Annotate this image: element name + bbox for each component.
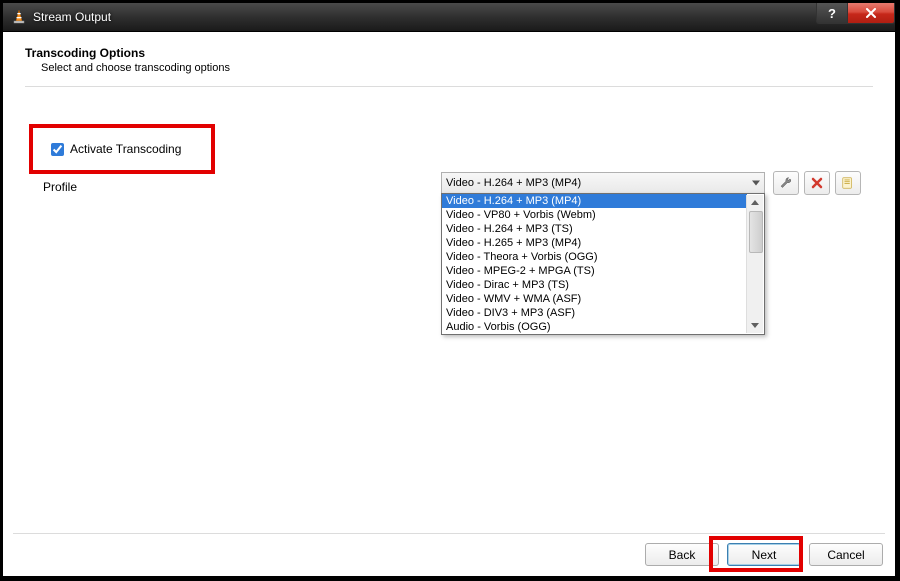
window-controls: ? (817, 3, 895, 25)
profile-option[interactable]: Video - Theora + Vorbis (OGG) (442, 250, 747, 264)
scrollbar-thumb[interactable] (749, 211, 763, 253)
chevron-down-icon (752, 181, 760, 186)
profile-option[interactable]: Video - VP80 + Vorbis (Webm) (442, 208, 747, 222)
scroll-up-icon[interactable] (751, 200, 759, 205)
edit-profile-button[interactable] (773, 171, 799, 195)
cancel-button[interactable]: Cancel (809, 543, 883, 566)
window-title: Stream Output (33, 10, 111, 24)
dialog-window: Stream Output ? Transcoding Options Sele… (2, 2, 896, 577)
page-subheading: Select and choose transcoding options (41, 62, 895, 74)
profile-option[interactable]: Video - Dirac + MP3 (TS) (442, 278, 747, 292)
new-profile-icon (841, 176, 855, 190)
profile-select[interactable]: Video - H.264 + MP3 (MP4) (441, 172, 765, 194)
dropdown-scrollbar[interactable] (746, 195, 763, 333)
dialog-content: Transcoding Options Select and choose tr… (3, 32, 895, 576)
divider (25, 86, 873, 87)
profile-option[interactable]: Video - H.264 + MP3 (MP4) (442, 194, 747, 208)
delete-profile-button[interactable] (804, 171, 830, 195)
profile-label: Profile (43, 180, 77, 194)
activate-transcoding-group: Activate Transcoding (29, 124, 215, 174)
wrench-icon (779, 176, 793, 190)
profile-option[interactable]: Video - WMV + WMA (ASF) (442, 292, 747, 306)
profile-option[interactable]: Video - MPEG-2 + MPGA (TS) (442, 264, 747, 278)
profile-dropdown-list[interactable]: Video - H.264 + MP3 (MP4)Video - VP80 + … (441, 193, 765, 335)
footer-divider (13, 533, 885, 534)
footer-buttons: Back Next Cancel (645, 543, 883, 566)
close-button[interactable] (847, 3, 895, 24)
vlc-cone-icon (11, 9, 27, 25)
profile-option[interactable]: Video - H.264 + MP3 (TS) (442, 222, 747, 236)
activate-transcoding-label: Activate Transcoding (70, 142, 181, 156)
next-button[interactable]: Next (727, 543, 801, 566)
profile-selected-value: Video - H.264 + MP3 (MP4) (446, 177, 581, 189)
help-button[interactable]: ? (816, 3, 848, 24)
back-button[interactable]: Back (645, 543, 719, 566)
scroll-down-icon[interactable] (751, 323, 759, 328)
activate-transcoding-checkbox[interactable] (51, 143, 64, 156)
profile-option[interactable]: Video - H.265 + MP3 (MP4) (442, 236, 747, 250)
profile-option[interactable]: Video - DIV3 + MP3 (ASF) (442, 306, 747, 320)
titlebar[interactable]: Stream Output ? (3, 3, 895, 32)
delete-icon (811, 177, 823, 189)
profile-option[interactable]: Audio - Vorbis (OGG) (442, 320, 747, 334)
page-heading: Transcoding Options (25, 46, 895, 60)
new-profile-button[interactable] (835, 171, 861, 195)
